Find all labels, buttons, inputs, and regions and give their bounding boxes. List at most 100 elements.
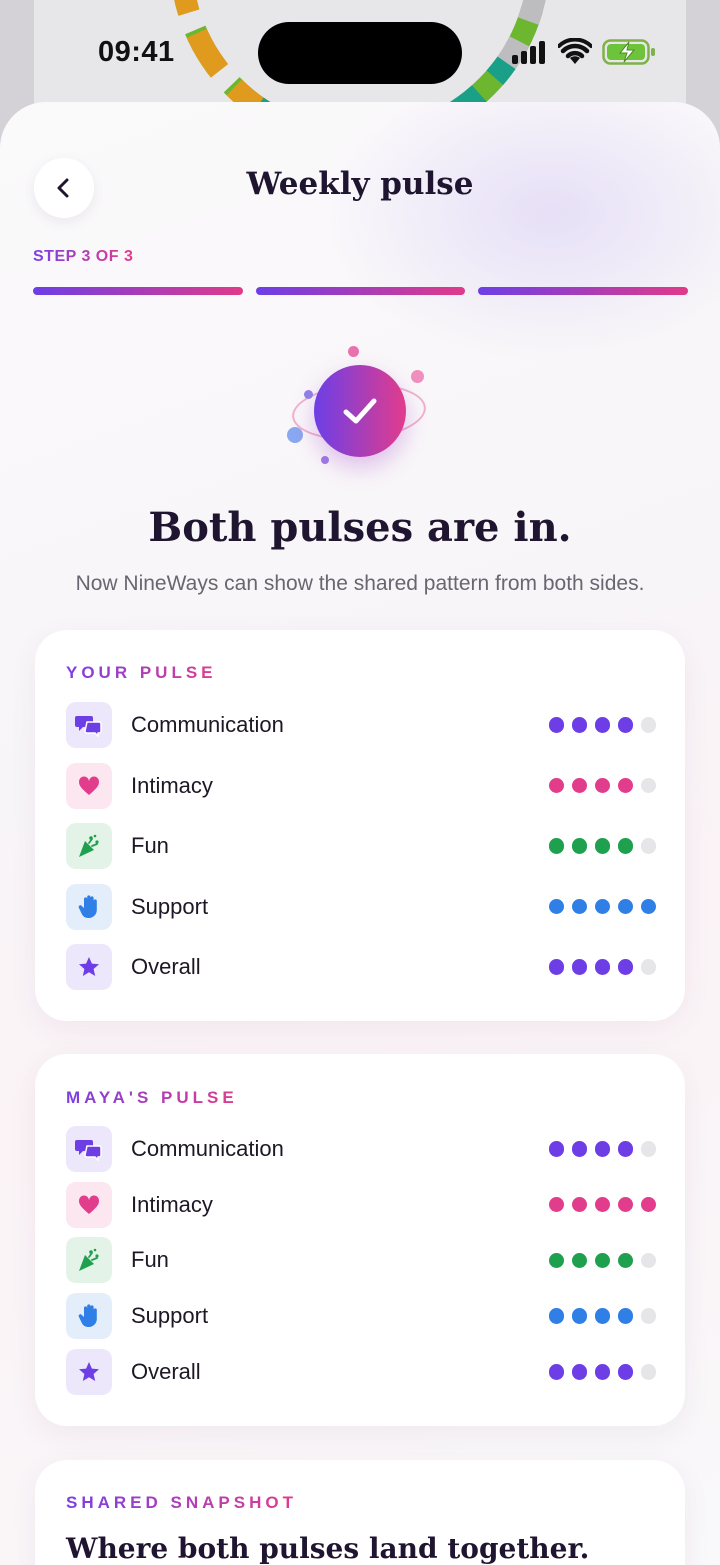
- rating-dot-filled: [594, 1364, 610, 1380]
- pulse-row-label: Communication: [131, 712, 284, 737]
- raised-hand-icon: [66, 1293, 112, 1340]
- pulse-row-label: Overall: [131, 1358, 201, 1384]
- progress-segment: [33, 287, 243, 295]
- rating-dot-filled: [594, 717, 610, 733]
- rating-dot-filled: [594, 777, 610, 794]
- rating-dot-empty: [640, 777, 656, 794]
- party-popper-icon: [66, 823, 112, 869]
- rating-dot-filled: [617, 838, 633, 854]
- page-title: Weekly pulse: [246, 166, 474, 202]
- pulse-row-communication: Communication: [66, 702, 656, 748]
- confetti-dot: [348, 346, 359, 357]
- pulse-row-overall: Overall: [66, 944, 656, 990]
- pulse-row-support: Support: [66, 1293, 656, 1340]
- status-time: 09:41: [98, 36, 175, 68]
- rating-dot-filled: [594, 1141, 610, 1157]
- pulse-row-label: Intimacy: [131, 1191, 213, 1217]
- rating-dot-empty: [640, 838, 656, 854]
- rating-dot-filled: [617, 959, 633, 975]
- rating-dots: [548, 838, 656, 854]
- snapshot-title: Where both pulses land together.: [66, 1532, 590, 1565]
- rating-dot-filled: [617, 1252, 633, 1269]
- rating-dot-filled: [594, 838, 610, 854]
- shared-snapshot-card: SHARED SNAPSHOT Where both pulses land t…: [35, 1460, 685, 1565]
- star-icon: [66, 944, 112, 990]
- card-label: MAYA'S PULSE: [66, 1088, 238, 1107]
- raised-hand-icon: [66, 883, 112, 930]
- rating-dot-filled: [617, 717, 633, 733]
- cellular-signal-icon: [512, 40, 548, 64]
- rating-dot-filled: [571, 1364, 587, 1380]
- confetti-dot: [321, 456, 329, 464]
- confetti-dot: [411, 370, 424, 383]
- rating-dot-filled: [548, 1364, 564, 1380]
- rating-dot-filled: [548, 959, 564, 975]
- rating-dot-empty: [640, 717, 656, 733]
- rating-dot-filled: [617, 1364, 633, 1380]
- pulse-row-label: Communication: [131, 1136, 284, 1161]
- rating-dot-filled: [548, 1252, 564, 1269]
- rating-dot-filled: [571, 1196, 587, 1213]
- wifi-icon: [558, 38, 592, 64]
- confetti-dot: [304, 390, 313, 399]
- pulse-row-label: Fun: [131, 1247, 169, 1273]
- rating-dot-filled: [594, 898, 610, 915]
- rating-dot-filled: [617, 898, 633, 915]
- rating-dots: [548, 959, 656, 975]
- pulse-row-label: Fun: [131, 833, 169, 858]
- rating-dot-filled: [617, 777, 633, 794]
- step-indicator: STEP 3 OF 3: [33, 248, 134, 265]
- rating-dot-empty: [640, 1252, 656, 1269]
- speech-bubbles-icon: [66, 1126, 112, 1172]
- card-label: YOUR PULSE: [66, 663, 217, 682]
- rating-dots: [548, 1141, 656, 1157]
- rating-dot-filled: [571, 1252, 587, 1269]
- rating-dot-filled: [548, 777, 564, 794]
- pulse-row-fun: Fun: [66, 823, 656, 869]
- success-illustration: [284, 340, 434, 470]
- partner-pulse-card: MAYA'S PULSE Communication Intimacy Fun Sup…: [35, 1054, 685, 1426]
- dynamic-island: [258, 22, 462, 84]
- headline: Both pulses are in.: [148, 504, 572, 551]
- rating-dot-empty: [640, 1364, 656, 1380]
- pulse-row-intimacy: Intimacy: [66, 1181, 656, 1228]
- progress-segment: [255, 287, 466, 295]
- rating-dot-filled: [617, 1196, 633, 1213]
- rating-dots: [548, 1308, 656, 1324]
- rating-dot-empty: [640, 1141, 656, 1157]
- progress-segment: [478, 287, 689, 295]
- success-check-badge: [314, 365, 406, 457]
- rating-dot-empty: [640, 959, 656, 975]
- rating-dot-filled: [548, 1196, 564, 1213]
- pulse-row-label: Intimacy: [131, 772, 213, 798]
- confetti-dot: [287, 427, 303, 443]
- pulse-row-label: Overall: [131, 954, 201, 979]
- rating-dot-filled: [571, 1141, 587, 1157]
- your-pulse-card: YOUR PULSE Communication Intimacy Fun Suppo…: [35, 630, 685, 1021]
- rating-dots: [548, 1252, 656, 1269]
- pulse-row-support: Support: [66, 883, 656, 930]
- rating-dot-filled: [548, 838, 564, 854]
- heart-icon: [66, 762, 112, 809]
- speech-bubbles-icon: [66, 702, 112, 748]
- heart-icon: [66, 1181, 112, 1228]
- star-icon: [66, 1348, 112, 1395]
- rating-dot-filled: [640, 898, 656, 915]
- pulse-row-overall: Overall: [66, 1348, 656, 1395]
- rating-dot-filled: [594, 1308, 610, 1324]
- decorative-glow: [320, 102, 720, 362]
- rating-dot-filled: [640, 1196, 656, 1213]
- rating-dot-filled: [571, 898, 587, 915]
- rating-dot-filled: [548, 1308, 564, 1324]
- rating-dot-filled: [571, 1308, 587, 1324]
- rating-dot-filled: [548, 1141, 564, 1157]
- party-popper-icon: [66, 1237, 112, 1284]
- rating-dot-filled: [571, 959, 587, 975]
- rating-dot-filled: [571, 838, 587, 854]
- pulse-row-communication: Communication: [66, 1126, 656, 1172]
- rating-dot-filled: [617, 1141, 633, 1157]
- pulse-row-fun: Fun: [66, 1237, 656, 1284]
- rating-dot-filled: [594, 1196, 610, 1213]
- battery-charging-icon: [602, 39, 655, 65]
- rating-dot-filled: [571, 717, 587, 733]
